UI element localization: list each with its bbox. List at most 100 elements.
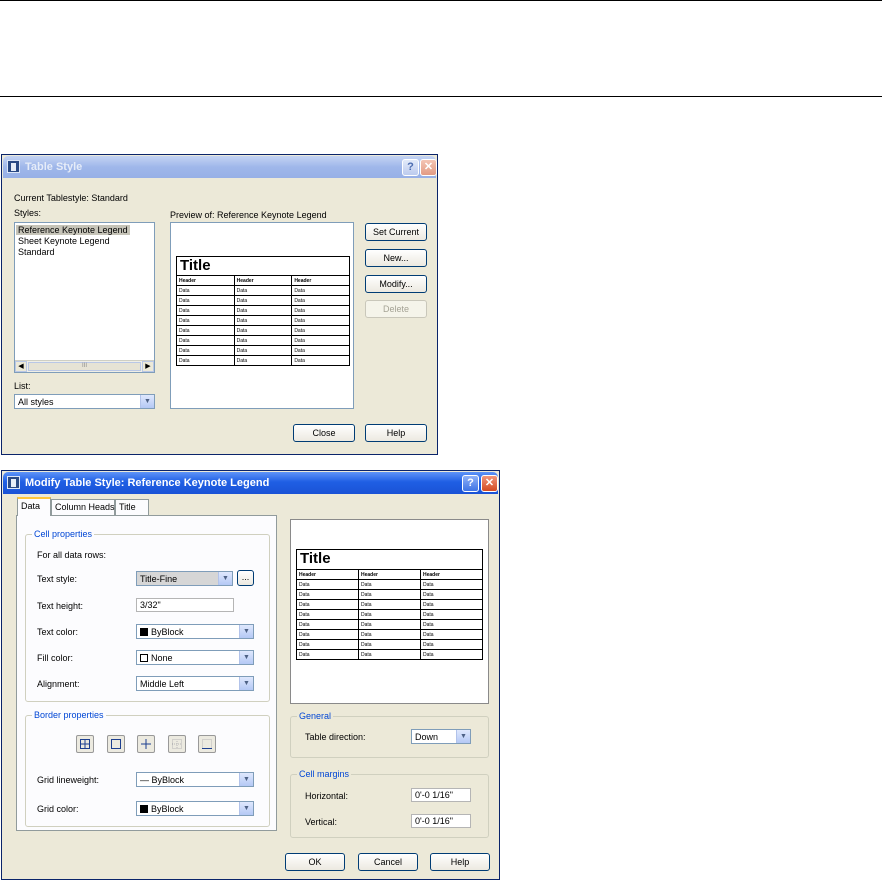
- color-swatch-icon: [140, 805, 148, 813]
- table-cell: Data: [233, 335, 293, 346]
- chevron-down-icon[interactable]: ▼: [239, 651, 253, 664]
- list-item[interactable]: Sheet Keynote Legend: [18, 236, 110, 246]
- table-row: Data Data Data: [296, 649, 483, 660]
- table-cell: Data: [358, 609, 421, 620]
- horizontal-margin-label: Horizontal:: [305, 791, 349, 801]
- no-borders-icon[interactable]: [168, 735, 186, 753]
- all-borders-icon[interactable]: [76, 735, 94, 753]
- text-color-value: ByBlock: [151, 627, 184, 637]
- tab-data[interactable]: Data: [17, 497, 51, 516]
- table-direction-value: Down: [415, 732, 439, 742]
- modify-button[interactable]: Modify...: [365, 275, 427, 293]
- help-button[interactable]: Help: [365, 424, 427, 442]
- group-title: Border properties: [32, 710, 106, 720]
- preview-table-title: Title: [296, 549, 483, 570]
- horizontal-scrollbar[interactable]: ◀ III ▶: [15, 360, 154, 372]
- scroll-thumb[interactable]: III: [28, 362, 141, 371]
- table-cell: Data: [420, 639, 483, 650]
- chevron-down-icon[interactable]: ▼: [239, 677, 253, 690]
- table-row: Data Data Data: [296, 609, 483, 620]
- chevron-down-icon[interactable]: ▼: [140, 395, 154, 408]
- tab-panel: Cell properties For all data rows: Text …: [16, 515, 277, 831]
- color-swatch-icon: [140, 628, 148, 636]
- help-icon[interactable]: ?: [402, 159, 419, 176]
- table-cell: Data: [176, 285, 235, 296]
- list-item[interactable]: Standard: [18, 247, 55, 257]
- table-row: Data Data Data: [296, 619, 483, 630]
- table-cell: Data: [296, 649, 359, 660]
- table-cell: Header: [358, 569, 421, 580]
- close-icon[interactable]: ✕: [420, 159, 437, 176]
- preview-table: Header Header Header Data Data Data Data Da…: [296, 569, 483, 660]
- table-cell: Header: [176, 275, 235, 286]
- table-cell: Data: [420, 589, 483, 600]
- inside-borders-icon[interactable]: [137, 735, 155, 753]
- text-style-browse-button[interactable]: ...: [237, 570, 254, 586]
- color-swatch-icon: [140, 654, 148, 662]
- table-direction-select[interactable]: Down ▼: [411, 729, 471, 744]
- title-bar[interactable]: Modify Table Style: Reference Keynote Le…: [3, 472, 498, 494]
- table-cell: Data: [358, 589, 421, 600]
- styles-listbox[interactable]: Reference Keynote Legend Sheet Keynote L…: [14, 222, 155, 373]
- table-row: Data Data Data: [296, 579, 483, 590]
- bottom-border-icon[interactable]: [198, 735, 216, 753]
- table-cell: Data: [420, 609, 483, 620]
- chevron-down-icon[interactable]: ▼: [239, 625, 253, 638]
- horizontal-margin-field[interactable]: 0'-0 1/16": [411, 788, 471, 802]
- grid-lineweight-label: Grid lineweight:: [37, 775, 100, 785]
- table-cell: Data: [233, 295, 293, 306]
- chevron-down-icon[interactable]: ▼: [239, 802, 253, 815]
- ok-button[interactable]: OK: [285, 853, 345, 871]
- chevron-down-icon[interactable]: ▼: [239, 773, 253, 786]
- fill-color-select[interactable]: None ▼: [136, 650, 254, 665]
- delete-button[interactable]: Delete: [365, 300, 427, 318]
- scroll-left-icon[interactable]: ◀: [15, 361, 27, 372]
- table-row: Data Data Data: [176, 335, 350, 346]
- vertical-margin-field[interactable]: 0'-0 1/16": [411, 814, 471, 828]
- scroll-right-icon[interactable]: ▶: [142, 361, 154, 372]
- text-height-field[interactable]: 3/32": [136, 598, 234, 612]
- close-icon[interactable]: ✕: [481, 475, 498, 492]
- list-item[interactable]: Reference Keynote Legend: [16, 225, 130, 235]
- chevron-down-icon[interactable]: ▼: [456, 730, 470, 743]
- text-color-label: Text color:: [37, 627, 79, 637]
- table-cell: Data: [420, 629, 483, 640]
- table-direction-label: Table direction:: [305, 732, 366, 742]
- table-row: Data Data Data: [296, 599, 483, 610]
- group-subtitle: For all data rows:: [37, 550, 107, 560]
- app-icon: [7, 160, 20, 173]
- table-cell: Data: [296, 639, 359, 650]
- alignment-label: Alignment:: [37, 679, 80, 689]
- alignment-value: Middle Left: [140, 679, 185, 689]
- grid-lineweight-select[interactable]: — ByBlock ▼: [136, 772, 254, 787]
- tab-title[interactable]: Title: [115, 499, 149, 515]
- tab-column-heads[interactable]: Column Heads: [51, 499, 115, 515]
- help-button[interactable]: Help: [430, 853, 490, 871]
- group-title: Cell properties: [32, 529, 95, 539]
- table-cell: Data: [296, 589, 359, 600]
- title-bar[interactable]: Table Style ? ✕: [3, 156, 437, 178]
- cancel-button[interactable]: Cancel: [358, 853, 418, 871]
- alignment-select[interactable]: Middle Left ▼: [136, 676, 254, 691]
- dialog-title: Table Style: [25, 161, 83, 173]
- close-button[interactable]: Close: [293, 424, 355, 442]
- grid-color-select[interactable]: ByBlock ▼: [136, 801, 254, 816]
- help-icon[interactable]: ?: [462, 475, 479, 492]
- table-cell: Data: [233, 315, 293, 326]
- preview-label: Preview of: Reference Keynote Legend: [170, 210, 327, 220]
- text-style-select[interactable]: Title-Fine ▼: [136, 571, 233, 586]
- list-select[interactable]: All styles ▼: [14, 394, 155, 409]
- new-button[interactable]: New...: [365, 249, 427, 267]
- border-properties-group: Border properties Grid lineweight: — ByB…: [25, 710, 270, 827]
- table-cell: Data: [296, 579, 359, 590]
- current-tablestyle-label: Current Tablestyle: Standard: [14, 193, 128, 203]
- table-cell: Data: [176, 335, 235, 346]
- outside-borders-icon[interactable]: [107, 735, 125, 753]
- table-cell: Data: [358, 579, 421, 590]
- fill-color-value: None: [151, 653, 173, 663]
- text-color-select[interactable]: ByBlock ▼: [136, 624, 254, 639]
- table-row: Data Data Data: [176, 295, 350, 306]
- fill-color-label: Fill color:: [37, 653, 74, 663]
- chevron-down-icon[interactable]: ▼: [218, 572, 232, 585]
- set-current-button[interactable]: Set Current: [365, 223, 427, 241]
